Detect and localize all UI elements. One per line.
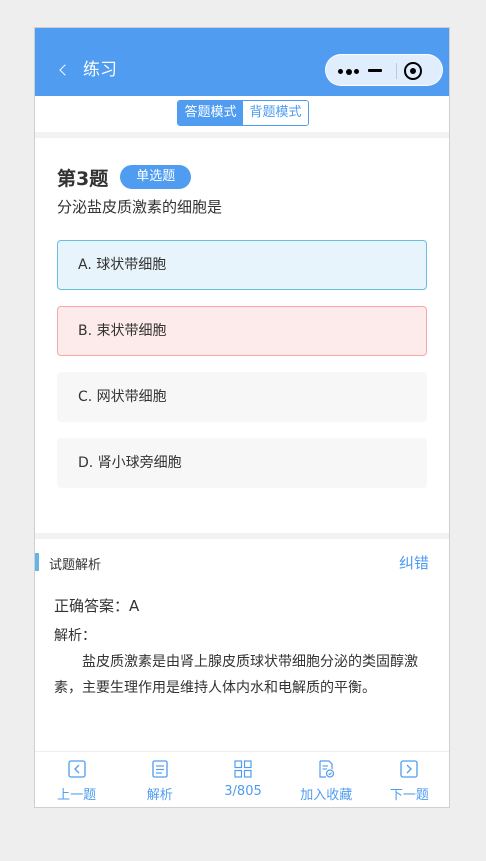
question-type-badge: 单选题 (120, 165, 192, 189)
analysis-section-title: 试题解析 (49, 558, 102, 573)
report-error-button[interactable]: 纠错 (399, 552, 429, 573)
prev-icon (67, 760, 86, 778)
divider (35, 132, 449, 138)
question-index-button[interactable]: 3/805 (201, 752, 284, 807)
prev-question-button[interactable]: 上一题 (35, 752, 118, 807)
miniprogram-capsule (325, 54, 443, 86)
analysis-button[interactable]: 解析 (118, 752, 201, 807)
question-number: 第3题 (57, 167, 109, 190)
next-question-label: 下一题 (389, 788, 429, 803)
divider (35, 533, 449, 539)
next-question-button[interactable]: 下一题 (368, 752, 449, 807)
correct-answer: 正确答案：A (54, 597, 140, 615)
chevron-left-icon[interactable] (57, 58, 71, 80)
target-icon[interactable] (404, 62, 422, 80)
bottom-toolbar: 上一题 解析 3/805 加入收藏 下一题 (35, 751, 449, 807)
analysis-body: 盐皮质激素是由肾上腺皮质球状带细胞分泌的类固醇激素，主要生理作用是维持人体内水和… (54, 654, 418, 696)
next-icon (400, 760, 419, 778)
option-a[interactable]: A. 球状带细胞 (57, 240, 427, 290)
grid-icon (234, 760, 252, 778)
capsule-divider (396, 63, 397, 79)
minus-icon[interactable] (368, 69, 382, 72)
analysis-label: 解析 (146, 788, 173, 803)
tab-answer-mode[interactable]: 答题模式 (178, 101, 243, 125)
page-title: 练习 (83, 60, 117, 80)
question-header: 第3题 单选题 (57, 164, 192, 190)
option-d[interactable]: D. 肾小球旁细胞 (57, 438, 427, 488)
phone-screen: 练习 答题模式 背题模式 第3题 单选题 分泌盐皮质激素的细胞是 A. 球状带细… (34, 27, 450, 808)
add-favorite-label: 加入收藏 (300, 788, 353, 803)
add-favorite-button[interactable]: 加入收藏 (285, 752, 368, 807)
favorite-doc-icon (319, 760, 335, 778)
question-progress: 3/805 (224, 784, 262, 799)
analysis-label: 解析： (54, 628, 96, 644)
nav-bar: 练习 (35, 28, 449, 96)
mode-switch: 答题模式 背题模式 (177, 100, 309, 126)
more-dots-icon[interactable] (338, 68, 360, 75)
analysis-header: 试题解析 纠错 (35, 552, 449, 574)
section-marker (35, 553, 39, 571)
document-icon (152, 760, 168, 778)
tab-review-mode[interactable]: 背题模式 (243, 101, 308, 125)
mode-bar: 答题模式 背题模式 (35, 96, 449, 132)
prev-question-label: 上一题 (57, 788, 97, 803)
question-text: 分泌盐皮质激素的细胞是 (57, 198, 223, 216)
option-c[interactable]: C. 网状带细胞 (57, 372, 427, 422)
option-b[interactable]: B. 束状带细胞 (57, 306, 427, 356)
